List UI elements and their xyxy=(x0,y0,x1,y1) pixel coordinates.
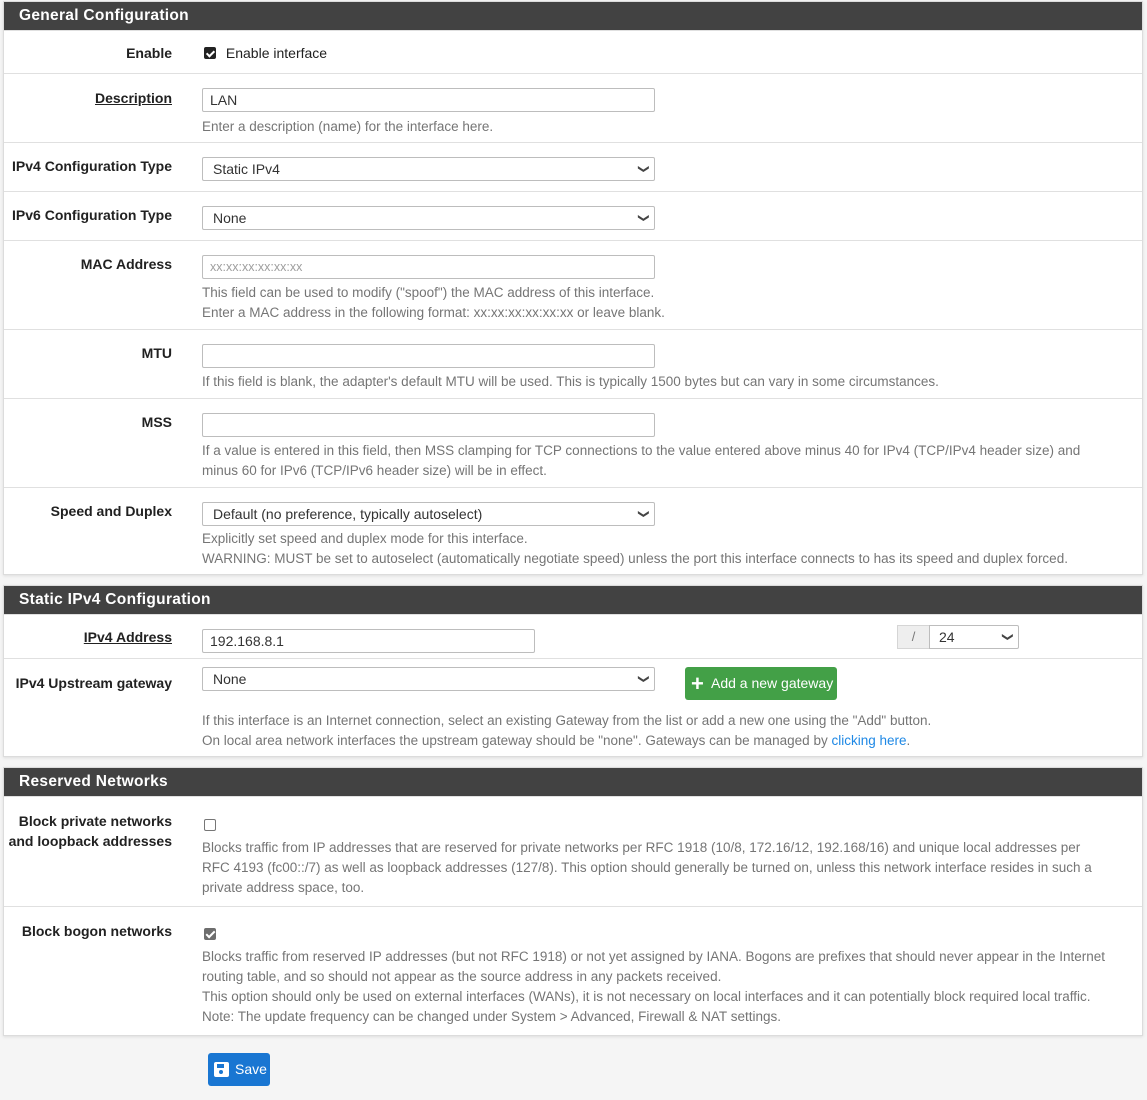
ipv4-type-row: IPv4 Configuration Type Static IPv4 ❯ xyxy=(4,142,1142,191)
block-bogon-row: Block bogon networks Blocks traffic from… xyxy=(4,906,1142,1035)
block-bogon-checkbox[interactable] xyxy=(204,928,216,941)
description-input[interactable]: LAN xyxy=(202,88,655,112)
cidr-separator: / xyxy=(897,625,929,649)
speed-duplex-select[interactable]: Default (no preference, typically autose… xyxy=(202,502,655,526)
chevron-down-icon: ❯ xyxy=(637,164,650,174)
enable-checkbox-label[interactable]: Enable interface xyxy=(226,45,327,61)
panel-title: General Configuration xyxy=(4,2,1142,30)
block-private-checkbox[interactable] xyxy=(204,819,216,832)
block-private-help-1: Blocks traffic from IP addresses that ar… xyxy=(202,840,1081,855)
chevron-down-icon: ❯ xyxy=(637,509,650,519)
speed-duplex-value: Default (no preference, typically autose… xyxy=(213,506,483,522)
mac-help-2: Enter a MAC address in the following for… xyxy=(202,305,665,320)
chevron-down-icon: ❯ xyxy=(637,674,650,684)
description-help: Enter a description (name) for the inter… xyxy=(202,119,494,134)
ipv4-type-label: IPv4 Configuration Type xyxy=(12,158,172,174)
add-gateway-label: Add a new gateway xyxy=(711,675,834,691)
ipv6-type-label: IPv6 Configuration Type xyxy=(12,207,172,223)
block-bogon-help-3: This option should only be used on exter… xyxy=(202,989,1091,1004)
speed-duplex-help-2: WARNING: MUST be set to autoselect (auto… xyxy=(202,551,1068,566)
plus-icon: + xyxy=(691,671,704,696)
cidr-value: 24 xyxy=(939,629,955,645)
ipv4-type-value: Static IPv4 xyxy=(213,161,280,177)
mac-help-1: This field can be used to modify ("spoof… xyxy=(202,285,655,300)
gateway-help-2-suffix: . xyxy=(906,733,911,748)
static-ipv4-panel: Static IPv4 Configuration IPv4 Address 1… xyxy=(3,585,1143,757)
enable-label: Enable xyxy=(126,45,172,61)
enable-row: Enable Enable interface xyxy=(4,30,1142,73)
mss-help-2: minus 60 for IPv6 (TCP/IPv6 header size)… xyxy=(202,463,547,478)
ipv4-gateway-row: IPv4 Upstream gateway None ❯ + Add a new… xyxy=(4,658,1142,757)
mtu-row: MTU If this field is blank, the adapter'… xyxy=(4,329,1142,398)
mac-row: MAC Address xx:xx:xx:xx:xx:xx This field… xyxy=(4,240,1142,329)
mac-label: MAC Address xyxy=(80,256,172,272)
block-bogon-help-2: routing table, and so should not appear … xyxy=(202,969,722,984)
panel-title: Reserved Networks xyxy=(4,768,1142,796)
description-row: Description LAN Enter a description (nam… xyxy=(4,73,1142,142)
enable-checkbox-group[interactable]: Enable interface xyxy=(204,44,327,61)
ipv4-address-row: IPv4 Address 192.168.8.1 / 24 ❯ xyxy=(4,614,1142,658)
block-private-help-2: RFC 4193 (fc00::/7) as well as loopback … xyxy=(202,860,1092,875)
mss-row: MSS If a value is entered in this field,… xyxy=(4,398,1142,487)
ipv6-type-value: None xyxy=(213,210,247,226)
mtu-input[interactable] xyxy=(202,344,655,368)
cidr-select[interactable]: 24 ❯ xyxy=(929,625,1019,649)
save-label: Save xyxy=(235,1061,267,1077)
speed-duplex-label: Speed and Duplex xyxy=(50,503,172,519)
speed-duplex-help-1: Explicitly set speed and duplex mode for… xyxy=(202,531,528,546)
reserved-networks-panel: Reserved Networks Block private networks… xyxy=(3,767,1143,1036)
panel-title: Static IPv4 Configuration xyxy=(4,586,1142,614)
ipv6-type-row: IPv6 Configuration Type None ❯ xyxy=(4,191,1142,240)
gateways-link[interactable]: clicking here xyxy=(831,733,906,748)
ipv4-address-input[interactable]: 192.168.8.1 xyxy=(202,629,535,653)
block-bogon-help-1: Blocks traffic from reserved IP addresse… xyxy=(202,949,1105,964)
enable-checkbox[interactable] xyxy=(204,47,216,60)
floppy-disk-icon xyxy=(214,1062,229,1077)
save-button[interactable]: Save xyxy=(208,1053,270,1086)
mtu-help: If this field is blank, the adapter's de… xyxy=(202,374,939,389)
block-private-row: Block private networks and loopback addr… xyxy=(4,796,1142,906)
mss-help-1: If a value is entered in this field, the… xyxy=(202,443,1081,458)
general-configuration-panel: General Configuration Enable Enable inte… xyxy=(3,1,1143,575)
ipv4-type-select[interactable]: Static IPv4 ❯ xyxy=(202,157,655,181)
ipv4-gateway-select[interactable]: None ❯ xyxy=(202,667,655,691)
mac-input[interactable]: xx:xx:xx:xx:xx:xx xyxy=(202,255,655,279)
add-gateway-button[interactable]: + Add a new gateway xyxy=(685,667,837,700)
block-private-help-3: private address space, too. xyxy=(202,880,365,895)
ipv4-gateway-label: IPv4 Upstream gateway xyxy=(15,675,172,691)
speed-duplex-row: Speed and Duplex Default (no preference,… xyxy=(4,487,1142,576)
block-private-label-line-2: and loopback addresses xyxy=(8,833,172,849)
mtu-label: MTU xyxy=(141,345,172,361)
gateway-help-1: If this interface is an Internet connect… xyxy=(202,713,932,728)
gateway-help-2: On local area network interfaces the ups… xyxy=(202,731,910,751)
description-label: Description xyxy=(94,90,172,106)
block-private-label-line-1: Block private networks xyxy=(18,813,172,829)
block-private-label: Block private networks and loopback addr… xyxy=(9,811,172,851)
mss-label: MSS xyxy=(141,414,172,430)
gateway-help-2-text: On local area network interfaces the ups… xyxy=(202,733,832,748)
chevron-down-icon: ❯ xyxy=(637,213,650,223)
block-bogon-label: Block bogon networks xyxy=(21,923,172,939)
ipv4-address-label: IPv4 Address xyxy=(83,629,172,645)
ipv4-gateway-value: None xyxy=(213,671,247,687)
chevron-down-icon: ❯ xyxy=(1001,632,1014,642)
ipv6-type-select[interactable]: None ❯ xyxy=(202,206,655,230)
block-bogon-help-4: Note: The update frequency can be change… xyxy=(202,1009,781,1024)
mss-input[interactable] xyxy=(202,413,655,437)
